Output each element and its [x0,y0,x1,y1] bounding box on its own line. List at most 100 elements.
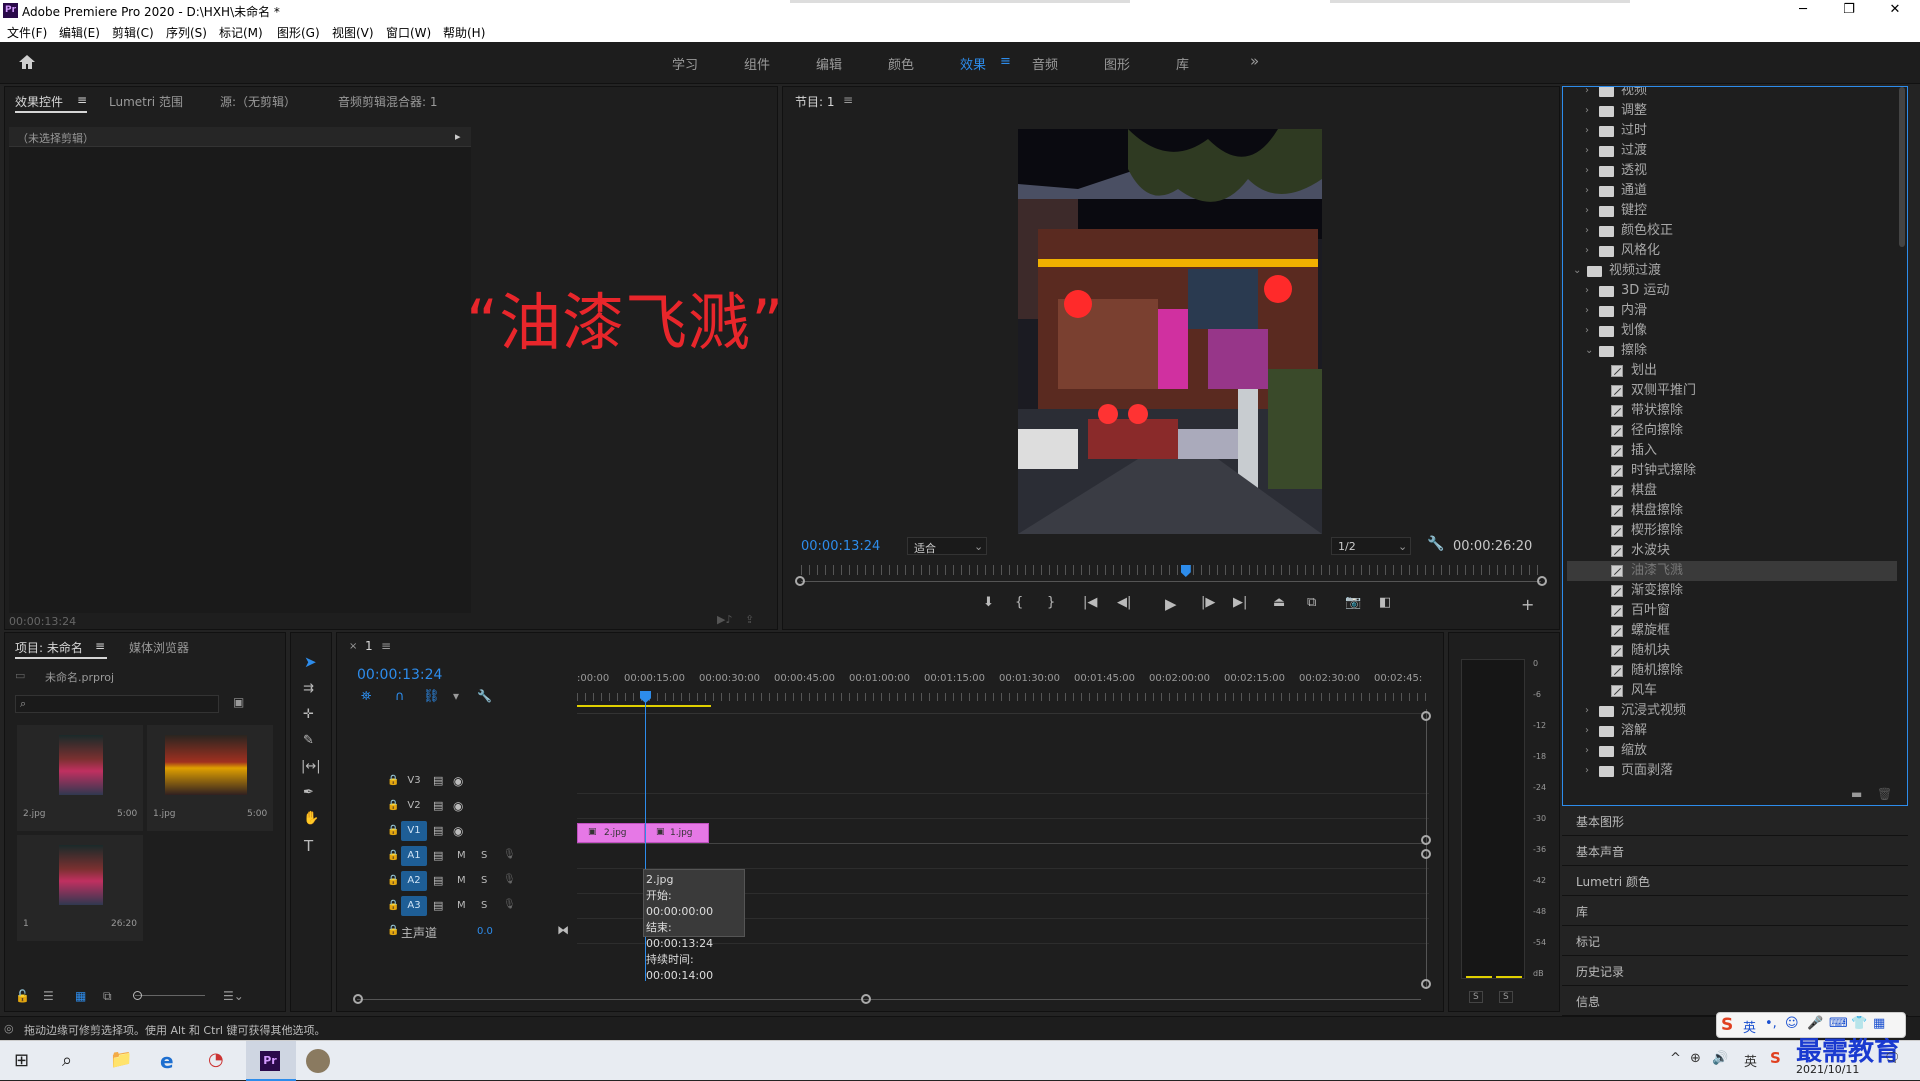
menu-window[interactable]: 窗口(W) [386,24,431,41]
zoom-slider-handle[interactable] [133,991,142,1000]
effect-item[interactable]: 径向擦除 [1567,421,1897,441]
program-playhead[interactable] [1180,565,1191,577]
microphone-icon[interactable]: 🎙 [503,899,516,910]
scroll-handle[interactable] [1421,835,1431,845]
lock-icon[interactable]: 🔒 [387,925,399,936]
menu-help[interactable]: 帮助(H) [443,24,485,41]
add-marker-icon[interactable]: ▾ [453,689,459,703]
menu-sequence[interactable]: 序列(S) [166,24,207,41]
close-sequence-icon[interactable]: × [349,641,357,652]
chevron-right-icon[interactable]: › [1585,221,1589,241]
workspace-assembly[interactable]: 组件 [744,54,770,73]
tab-media-browser[interactable]: 媒体浏览器 [129,639,189,656]
tab-audio-clip-mixer[interactable]: 音频剪辑混合器: 1 [338,93,438,110]
mute-button[interactable]: M [457,850,466,861]
panel-lumetri-color[interactable]: Lumetri 颜色 [1562,868,1908,896]
windows-start-icon[interactable]: ⊞ [14,1050,29,1071]
type-tool-icon[interactable]: T [304,837,313,855]
scroll-handle[interactable] [861,994,871,1004]
effects-scrollbar[interactable] [1899,87,1905,247]
program-menu-icon[interactable]: ≡ [843,93,853,107]
extract-icon[interactable]: ⧉ [1307,595,1316,610]
ripple-edit-tool-icon[interactable]: ✛ [303,707,314,722]
filter-icon[interactable]: ▶♪ [717,613,732,626]
zoom-slider[interactable] [135,995,205,996]
effect-folder[interactable]: › 溶解 [1567,721,1897,741]
new-bin-icon[interactable]: ▣ [233,695,244,709]
solo-button[interactable]: S [481,850,487,861]
effect-folder[interactable]: › 透视 [1567,161,1897,181]
scroll-handle[interactable] [1421,979,1431,989]
minimize-button[interactable]: ─ [1780,0,1826,22]
project-item[interactable]: 2.jpg 5:00 [17,725,143,831]
project-item[interactable]: 1.jpg 5:00 [147,725,273,831]
scroll-handle[interactable] [1421,711,1431,721]
lift-icon[interactable]: ⏏ [1273,595,1285,610]
file-explorer-icon[interactable]: 📁 [110,1049,132,1070]
sync-lock-icon[interactable]: ▤ [433,774,443,787]
workspace-graphics[interactable]: 图形 [1104,54,1130,73]
effect-folder[interactable]: › 3D 运动 [1567,281,1897,301]
track-label[interactable]: V2 [401,796,427,816]
workspace-audio[interactable]: 音频 [1032,54,1058,73]
eye-icon[interactable]: ◉ [453,799,463,813]
scroll-handle[interactable] [353,994,363,1004]
sync-lock-icon[interactable]: ▤ [433,824,443,837]
solo-left-button[interactable]: S [1469,991,1483,1003]
effect-item[interactable]: 渐变擦除 [1567,581,1897,601]
chevron-right-icon[interactable]: › [1585,241,1589,261]
tab-source[interactable]: 源:（无剪辑） [220,93,296,110]
scrubber-out-handle[interactable] [1537,576,1547,586]
eye-icon[interactable]: ◉ [453,824,463,838]
workspace-more-icon[interactable]: » [1250,52,1259,70]
pen-tool-icon[interactable]: ✒ [303,785,314,800]
skin-icon[interactable]: 👕 [1851,1016,1867,1031]
scrubber-in-handle[interactable] [795,576,805,586]
sequence-tab[interactable]: 1 [365,639,373,653]
chevron-right-icon[interactable]: › [1585,87,1589,101]
effect-item[interactable]: 随机块 [1567,641,1897,661]
effect-item[interactable]: 划出 [1567,361,1897,381]
hand-tool-icon[interactable]: ✋ [303,811,319,826]
workspace-color[interactable]: 颜色 [888,54,914,73]
slip-tool-icon[interactable]: |↔| [301,759,321,774]
menu-markers[interactable]: 标记(M) [219,24,263,41]
keyboard-icon[interactable]: ⌨ [1829,1016,1848,1031]
chevron-right-icon[interactable]: › [1585,141,1589,161]
panel-history[interactable]: 历史记录 [1562,958,1908,986]
trash-icon[interactable]: 🗑 [1877,787,1892,801]
workspace-learn[interactable]: 学习 [672,54,698,73]
effect-item[interactable]: 带状擦除 [1567,401,1897,421]
lock-icon[interactable]: 🔒 [387,775,399,786]
maximize-button[interactable]: ❐ [1826,0,1872,22]
sync-lock-icon[interactable]: ▤ [433,874,443,887]
mute-button[interactable]: M [457,875,466,886]
project-search-input[interactable] [36,697,216,711]
sort-icon[interactable]: ☰⌄ [223,989,244,1003]
resolution-dropdown[interactable]: 1/2 ⌄ [1331,537,1411,555]
effect-item[interactable]: 插入 [1567,441,1897,461]
effect-folder[interactable]: › 过渡 [1567,141,1897,161]
ime-mode[interactable]: 英 [1743,1017,1756,1036]
track-label[interactable]: V3 [401,771,427,791]
effect-item[interactable]: 棋盘 [1567,481,1897,501]
tab-lumetri-scopes[interactable]: Lumetri 范围 [109,93,183,110]
lock-icon[interactable]: 🔒 [387,900,399,911]
project-menu-icon[interactable]: ≡ [95,639,105,653]
effect-item[interactable]: 螺旋框 [1567,621,1897,641]
workspace-menu-icon[interactable]: ≡ [1000,54,1011,69]
search-icon[interactable]: ⌕ [62,1050,72,1071]
effect-folder[interactable]: › 颜色校正 [1567,221,1897,241]
track-label[interactable]: A1 [401,846,427,866]
sequence-menu-icon[interactable]: ≡ [381,639,391,653]
effect-folder[interactable]: › 沉浸式视频 [1567,701,1897,721]
emoji-icon[interactable]: ☺ [1785,1016,1799,1031]
sync-lock-icon[interactable]: ▤ [433,849,443,862]
app-icon[interactable]: ◔ [208,1049,224,1070]
chevron-down-icon[interactable]: ⌄ [1585,341,1593,361]
workspace-editing[interactable]: 编辑 [816,54,842,73]
effect-folder[interactable]: ⌄ 视频过渡 [1567,261,1897,281]
video-clip[interactable]: ▣ 1.jpg [645,823,709,843]
video-clip[interactable]: ▣ 2.jpg [577,823,645,843]
panel-essential-graphics[interactable]: 基本图形 [1562,808,1908,836]
